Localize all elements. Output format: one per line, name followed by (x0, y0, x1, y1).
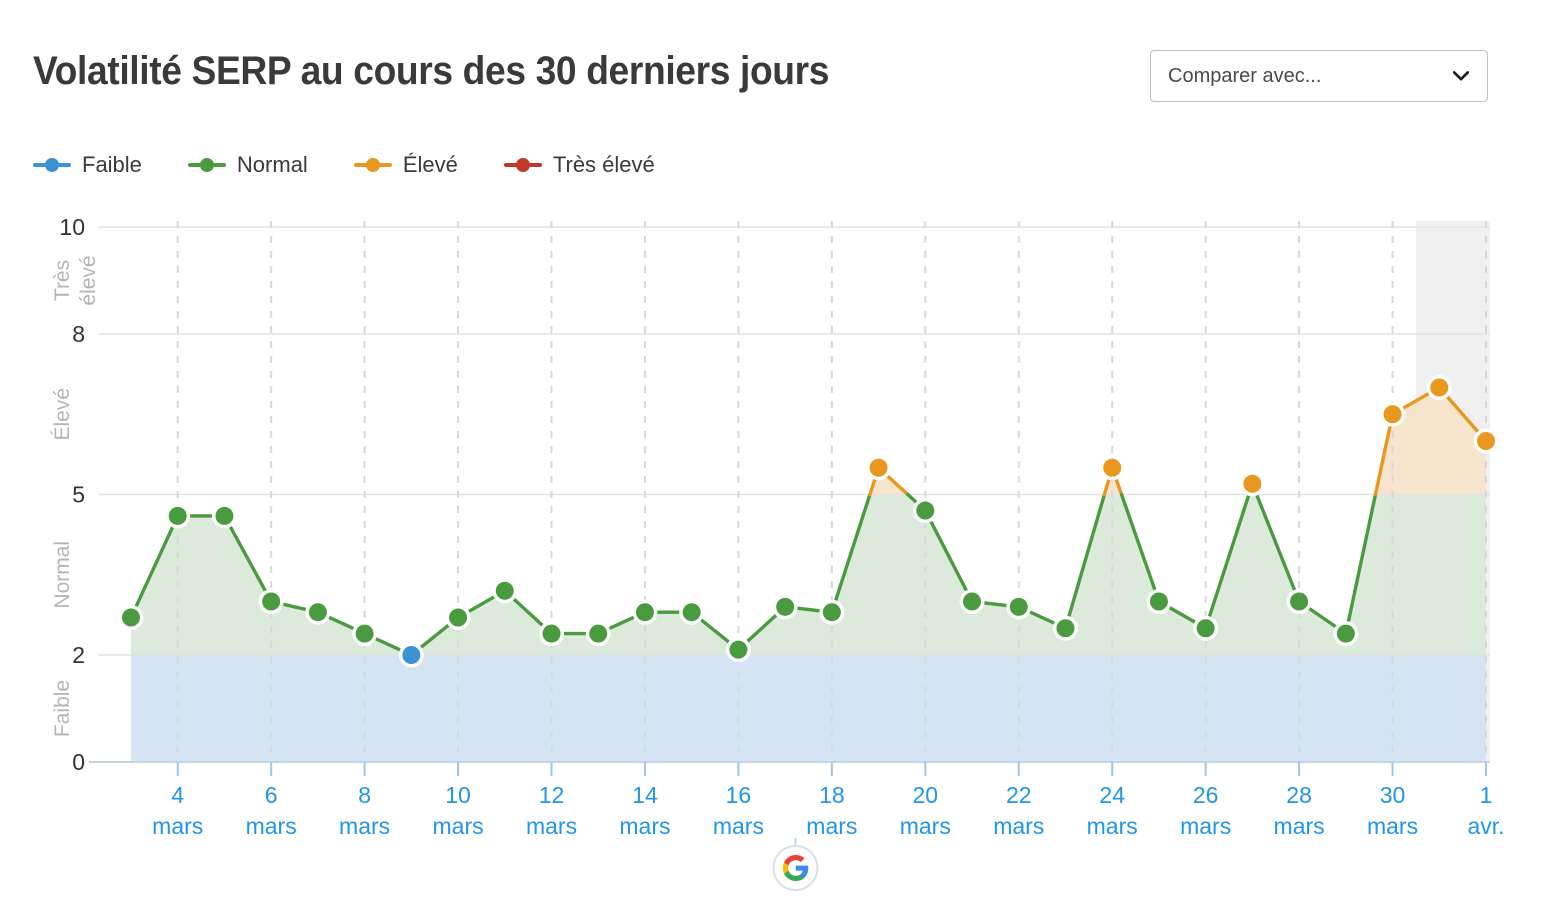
data-point[interactable] (168, 506, 187, 525)
x-axis-tick-day[interactable]: 30 (1380, 782, 1406, 808)
data-point[interactable] (449, 608, 468, 627)
legend-label: Normal (236, 152, 308, 177)
x-axis-tick-month[interactable]: mars (152, 813, 203, 839)
chevron-down-icon (1451, 66, 1471, 86)
y-band-label: Très (51, 260, 74, 301)
y-band-label: Normal (51, 541, 74, 609)
x-axis-tick-month[interactable]: mars (993, 813, 1044, 839)
data-point[interactable] (495, 581, 514, 600)
data-point[interactable] (963, 592, 982, 611)
data-point[interactable] (1009, 597, 1028, 616)
band-fill-normal (131, 494, 1486, 655)
x-axis-tick-day[interactable]: 1 (1480, 782, 1493, 808)
x-axis-tick-day[interactable]: 24 (1099, 782, 1125, 808)
band-fill-tr-s-lev (99, 227, 1490, 334)
y-band-label: élevé (77, 255, 100, 305)
legend-marker-icon (33, 156, 71, 174)
data-point[interactable] (1290, 592, 1309, 611)
y-axis-tick-label: 2 (72, 642, 85, 668)
x-axis-tick-day[interactable]: 22 (1006, 782, 1032, 808)
legend-marker-icon (503, 156, 542, 174)
data-point[interactable] (1430, 378, 1449, 397)
serp-volatility-page: Volatilité SERP au cours des 30 derniers… (0, 0, 1548, 918)
x-axis-tick-day[interactable]: 4 (171, 782, 184, 808)
legend-label: Faible (82, 152, 142, 177)
legend-label: Élevé (402, 152, 458, 177)
data-point[interactable] (355, 624, 374, 643)
x-axis-tick-day[interactable]: 16 (726, 782, 752, 808)
data-point[interactable] (122, 608, 140, 627)
x-axis-tick-day[interactable]: 20 (913, 782, 939, 808)
legend-item-lev[interactable]: Élevé (353, 152, 458, 178)
data-point[interactable] (682, 603, 701, 622)
legend-item-faible[interactable]: Faible (33, 152, 142, 178)
x-axis-tick-month[interactable]: mars (246, 813, 297, 839)
chart-legend: Faible Normal Élevé Très élevé (33, 152, 701, 178)
y-band-label: Élevé (51, 388, 74, 441)
data-point[interactable] (308, 603, 327, 622)
x-axis-tick-day[interactable]: 18 (819, 782, 845, 808)
data-point[interactable] (916, 501, 935, 520)
data-point[interactable] (1149, 592, 1168, 611)
x-axis-tick-month[interactable]: avr. (1467, 813, 1504, 839)
data-point[interactable] (215, 506, 234, 525)
x-axis-tick-day[interactable]: 28 (1286, 782, 1312, 808)
x-axis-tick-month[interactable]: mars (1274, 813, 1325, 839)
x-axis-tick-day[interactable]: 6 (265, 782, 278, 808)
data-point[interactable] (729, 640, 748, 659)
x-axis-tick-month[interactable]: mars (526, 813, 577, 839)
data-point[interactable] (1336, 624, 1355, 643)
data-point[interactable] (776, 597, 795, 616)
data-point[interactable] (262, 592, 281, 611)
legend-marker-icon (353, 156, 392, 174)
compare-with-dropdown[interactable]: Comparer avec... (1150, 50, 1488, 102)
y-axis-tick-label: 8 (72, 321, 85, 347)
page-header: Volatilité SERP au cours des 30 derniers… (0, 0, 1548, 130)
data-point[interactable] (1196, 619, 1215, 638)
x-axis-tick-month[interactable]: mars (1180, 813, 1231, 839)
x-axis-tick-month[interactable]: mars (1087, 813, 1138, 839)
data-point[interactable] (402, 646, 421, 664)
x-axis-tick-month[interactable]: mars (713, 813, 764, 839)
y-band-label: Faible (51, 680, 74, 737)
band-fill-faible (131, 655, 1486, 762)
legend-marker-icon (187, 156, 226, 174)
legend-item-tr-s-lev[interactable]: Très élevé (503, 152, 655, 178)
data-point[interactable] (1103, 458, 1122, 477)
x-axis-tick-month[interactable]: mars (433, 813, 484, 839)
source-badge-circle[interactable] (772, 845, 819, 891)
data-point[interactable] (1243, 474, 1262, 493)
legend-item-normal[interactable]: Normal (187, 152, 308, 178)
x-axis-tick-day[interactable]: 8 (358, 782, 371, 808)
x-axis: 4 mars 6 mars 8 mars 10 mars 12 mars 14 mars 16 mars 1… (89, 761, 1505, 839)
data-point[interactable] (589, 624, 608, 643)
data-point[interactable] (1056, 619, 1075, 638)
source-badge (772, 838, 819, 891)
y-axis-tick-label: 5 (72, 482, 85, 508)
y-axis-tick-label: 0 (72, 749, 85, 775)
y-axis-tick-label: 10 (59, 214, 85, 240)
x-axis-tick-month[interactable]: mars (900, 813, 951, 839)
chart-container: 0 2 5 8 10 Faible Normal Élevé Très élevé 4 mars 6 ma… (0, 196, 1548, 918)
x-axis-tick-day[interactable]: 14 (632, 782, 658, 808)
compare-with-label: Comparer avec... (1168, 64, 1322, 87)
data-point[interactable] (869, 458, 888, 477)
x-axis-tick-month[interactable]: mars (619, 813, 670, 839)
data-point[interactable] (635, 603, 654, 622)
x-axis-tick-month[interactable]: mars (806, 813, 857, 839)
x-axis-tick-day[interactable]: 10 (445, 782, 471, 808)
band-fill-lev (131, 387, 1486, 495)
data-point[interactable] (822, 603, 841, 622)
serp-volatility-chart: 0 2 5 8 10 Faible Normal Élevé Très élevé 4 mars 6 ma… (51, 214, 1505, 891)
page-title: Volatilité SERP au cours des 30 derniers… (33, 49, 830, 93)
data-point[interactable] (1477, 432, 1495, 450)
data-point[interactable] (1383, 405, 1402, 424)
legend-label: Très élevé (552, 152, 655, 177)
x-axis-tick-day[interactable]: 26 (1193, 782, 1219, 808)
data-point[interactable] (542, 624, 561, 643)
x-axis-tick-day[interactable]: 12 (539, 782, 565, 808)
x-axis-tick-month[interactable]: mars (339, 813, 390, 839)
x-axis-tick-month[interactable]: mars (1367, 813, 1418, 839)
